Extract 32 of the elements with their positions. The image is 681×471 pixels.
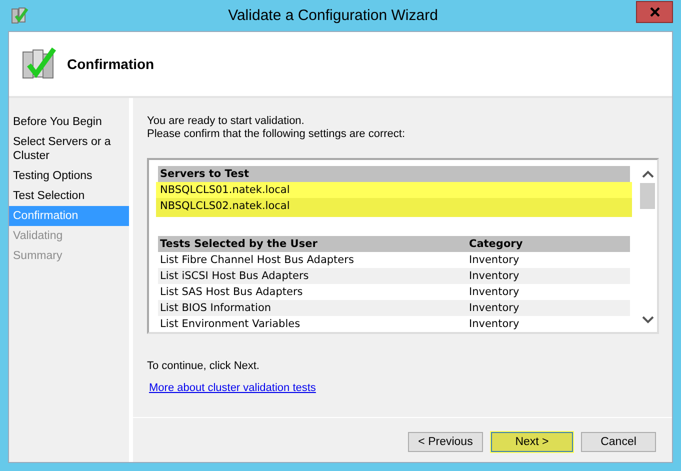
page-title: Confirmation bbox=[67, 56, 154, 72]
wizard-button[interactable]: Next > bbox=[491, 432, 573, 452]
test-name: List BIOS Information bbox=[160, 301, 272, 316]
column-header: Tests Selected by the User bbox=[160, 237, 318, 252]
help-link[interactable]: More about cluster validation tests bbox=[149, 382, 316, 394]
wizard-button[interactable]: < Previous bbox=[408, 432, 483, 452]
test-category: Inventory bbox=[469, 285, 520, 300]
test-category: Inventory bbox=[469, 301, 520, 316]
test-name: List SAS Host Bus Adapters bbox=[160, 285, 304, 300]
wizard-button[interactable]: Cancel bbox=[581, 432, 656, 452]
wizard-step[interactable]: Test Selection bbox=[9, 186, 129, 206]
wizard-step[interactable]: Testing Options bbox=[9, 166, 129, 186]
wizard-step[interactable]: Select Servers or a Cluster bbox=[9, 132, 129, 166]
test-name: List iSCSI Host Bus Adapters bbox=[160, 269, 310, 284]
wizard-step[interactable]: Before You Begin bbox=[9, 112, 129, 132]
server-row: NBSQLCLS02.natek.local bbox=[156, 198, 632, 217]
window-title: Validate a Configuration Wizard bbox=[227, 7, 439, 24]
instruction-text: To continue, click Next. bbox=[147, 360, 260, 372]
intro-text: You are ready to start validation. bbox=[147, 115, 306, 128]
test-category: Inventory bbox=[469, 317, 520, 332]
test-name: List Environment Variables bbox=[160, 317, 302, 332]
intro-text: Please confirm that the following settings are correct: bbox=[147, 128, 406, 141]
column-header: Category bbox=[469, 237, 523, 252]
close-button[interactable] bbox=[636, 0, 673, 22]
test-category: Inventory bbox=[469, 269, 520, 284]
test-name: List Fibre Channel Host Bus Adapters bbox=[160, 253, 355, 268]
server-row: NBSQLCLS01.natek.local bbox=[156, 182, 632, 198]
list-heading: Servers to Test bbox=[158, 166, 630, 182]
server-check-icon bbox=[10, 6, 30, 26]
test-category: Inventory bbox=[469, 253, 520, 268]
close-icon bbox=[650, 6, 660, 16]
scroll-thumb[interactable] bbox=[640, 183, 655, 209]
